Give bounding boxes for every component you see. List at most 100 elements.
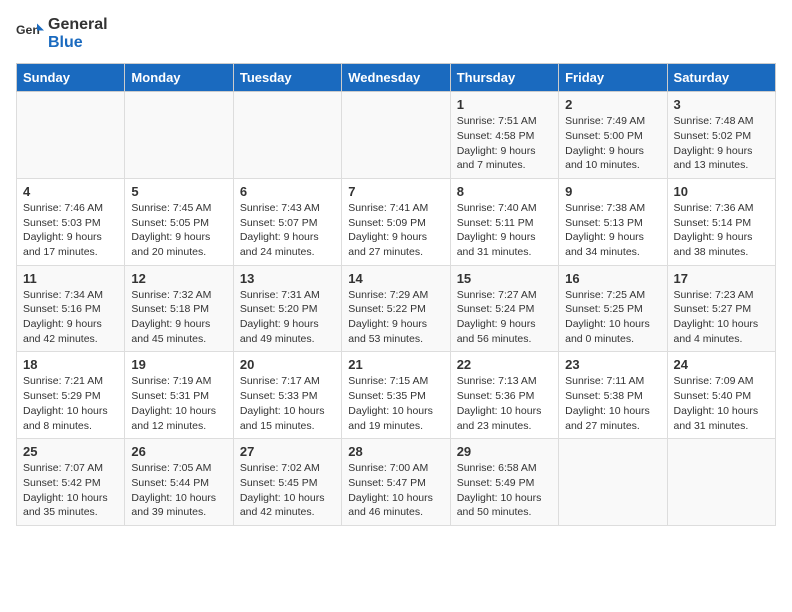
day-info: Sunrise: 7:13 AM Sunset: 5:36 PM Dayligh… xyxy=(457,374,552,433)
calendar-header-row: SundayMondayTuesdayWednesdayThursdayFrid… xyxy=(17,64,776,92)
day-number: 26 xyxy=(131,444,226,459)
calendar-cell: 28 Sunrise: 7:00 AM Sunset: 5:47 PM Dayli… xyxy=(342,439,450,526)
day-number: 7 xyxy=(348,184,443,199)
day-number: 13 xyxy=(240,271,335,286)
calendar-cell: 5 Sunrise: 7:45 AM Sunset: 5:05 PM Daylig… xyxy=(125,178,233,265)
calendar-cell: 4 Sunrise: 7:46 AM Sunset: 5:03 PM Daylig… xyxy=(17,178,125,265)
day-info: Sunrise: 7:40 AM Sunset: 5:11 PM Dayligh… xyxy=(457,201,552,260)
calendar-cell: 16 Sunrise: 7:25 AM Sunset: 5:25 PM Dayli… xyxy=(559,265,667,352)
calendar-cell: 22 Sunrise: 7:13 AM Sunset: 5:36 PM Dayli… xyxy=(450,352,558,439)
calendar-week-row: 11 Sunrise: 7:34 AM Sunset: 5:16 PM Dayli… xyxy=(17,265,776,352)
day-info: Sunrise: 7:07 AM Sunset: 5:42 PM Dayligh… xyxy=(23,461,118,520)
calendar-cell: 18 Sunrise: 7:21 AM Sunset: 5:29 PM Dayli… xyxy=(17,352,125,439)
calendar-cell xyxy=(17,92,125,179)
calendar-cell: 12 Sunrise: 7:32 AM Sunset: 5:18 PM Dayli… xyxy=(125,265,233,352)
calendar-cell: 3 Sunrise: 7:48 AM Sunset: 5:02 PM Daylig… xyxy=(667,92,775,179)
calendar-cell: 15Sunrise: 7:27 AM Sunset: 5:24 PM Dayli… xyxy=(450,265,558,352)
day-info: Sunrise: 7:32 AM Sunset: 5:18 PM Dayligh… xyxy=(131,288,226,347)
logo: Gen General Blue xyxy=(16,16,108,51)
day-number: 14 xyxy=(348,271,443,286)
calendar-week-row: 4 Sunrise: 7:46 AM Sunset: 5:03 PM Daylig… xyxy=(17,178,776,265)
calendar-cell: 17 Sunrise: 7:23 AM Sunset: 5:27 PM Dayli… xyxy=(667,265,775,352)
day-number: 19 xyxy=(131,357,226,372)
calendar-cell: 27 Sunrise: 7:02 AM Sunset: 5:45 PM Dayli… xyxy=(233,439,341,526)
day-number: 23 xyxy=(565,357,660,372)
logo-text: General Blue xyxy=(48,16,108,51)
day-info: Sunrise: 7:36 AM Sunset: 5:14 PM Dayligh… xyxy=(674,201,769,260)
day-number: 9 xyxy=(565,184,660,199)
calendar-cell xyxy=(342,92,450,179)
day-number: 6 xyxy=(240,184,335,199)
day-info: Sunrise: 7:45 AM Sunset: 5:05 PM Dayligh… xyxy=(131,201,226,260)
header-day-monday: Monday xyxy=(125,64,233,92)
calendar-cell: 2Sunrise: 7:49 AM Sunset: 5:00 PM Daylig… xyxy=(559,92,667,179)
day-number: 28 xyxy=(348,444,443,459)
day-number: 3 xyxy=(674,97,769,112)
day-info: Sunrise: 7:25 AM Sunset: 5:25 PM Dayligh… xyxy=(565,288,660,347)
calendar-cell: 14 Sunrise: 7:29 AM Sunset: 5:22 PM Dayli… xyxy=(342,265,450,352)
page-header: Gen General Blue xyxy=(16,16,776,51)
calendar-week-row: 1 Sunrise: 7:51 AM Sunset: 4:58 PM Daylig… xyxy=(17,92,776,179)
header-day-tuesday: Tuesday xyxy=(233,64,341,92)
calendar-cell: 23 Sunrise: 7:11 AM Sunset: 5:38 PM Dayli… xyxy=(559,352,667,439)
day-info: Sunrise: 7:17 AM Sunset: 5:33 PM Dayligh… xyxy=(240,374,335,433)
day-info: Sunrise: 7:21 AM Sunset: 5:29 PM Dayligh… xyxy=(23,374,118,433)
day-number: 12 xyxy=(131,271,226,286)
calendar-cell: 13 Sunrise: 7:31 AM Sunset: 5:20 PM Dayli… xyxy=(233,265,341,352)
calendar-cell: 24 Sunrise: 7:09 AM Sunset: 5:40 PM Dayli… xyxy=(667,352,775,439)
day-number: 21 xyxy=(348,357,443,372)
calendar-cell: 20 Sunrise: 7:17 AM Sunset: 5:33 PM Dayli… xyxy=(233,352,341,439)
day-number: 2 xyxy=(565,97,660,112)
day-info: Sunrise: 7:48 AM Sunset: 5:02 PM Dayligh… xyxy=(674,114,769,173)
calendar-cell xyxy=(125,92,233,179)
day-info: Sunrise: 7:09 AM Sunset: 5:40 PM Dayligh… xyxy=(674,374,769,433)
calendar-cell: 29 Sunrise: 6:58 AM Sunset: 5:49 PM Dayli… xyxy=(450,439,558,526)
day-number: 15 xyxy=(457,271,552,286)
day-number: 29 xyxy=(457,444,552,459)
day-number: 1 xyxy=(457,97,552,112)
calendar-cell: 21 Sunrise: 7:15 AM Sunset: 5:35 PM Dayli… xyxy=(342,352,450,439)
calendar-cell xyxy=(233,92,341,179)
day-number: 18 xyxy=(23,357,118,372)
calendar-cell: 19 Sunrise: 7:19 AM Sunset: 5:31 PM Dayli… xyxy=(125,352,233,439)
day-number: 4 xyxy=(23,184,118,199)
header-day-wednesday: Wednesday xyxy=(342,64,450,92)
day-info: Sunrise: 6:58 AM Sunset: 5:49 PM Dayligh… xyxy=(457,461,552,520)
day-number: 25 xyxy=(23,444,118,459)
header-day-saturday: Saturday xyxy=(667,64,775,92)
day-info: Sunrise: 7:51 AM Sunset: 4:58 PM Dayligh… xyxy=(457,114,552,173)
day-info: Sunrise: 7:41 AM Sunset: 5:09 PM Dayligh… xyxy=(348,201,443,260)
day-number: 22 xyxy=(457,357,552,372)
day-info: Sunrise: 7:31 AM Sunset: 5:20 PM Dayligh… xyxy=(240,288,335,347)
day-number: 20 xyxy=(240,357,335,372)
calendar-cell: 10 Sunrise: 7:36 AM Sunset: 5:14 PM Dayli… xyxy=(667,178,775,265)
day-info: Sunrise: 7:15 AM Sunset: 5:35 PM Dayligh… xyxy=(348,374,443,433)
day-info: Sunrise: 7:19 AM Sunset: 5:31 PM Dayligh… xyxy=(131,374,226,433)
day-info: Sunrise: 7:11 AM Sunset: 5:38 PM Dayligh… xyxy=(565,374,660,433)
calendar-cell: 8 Sunrise: 7:40 AM Sunset: 5:11 PM Daylig… xyxy=(450,178,558,265)
day-number: 8 xyxy=(457,184,552,199)
day-number: 5 xyxy=(131,184,226,199)
day-number: 17 xyxy=(674,271,769,286)
logo-icon: Gen xyxy=(16,20,44,48)
calendar-week-row: 18 Sunrise: 7:21 AM Sunset: 5:29 PM Dayli… xyxy=(17,352,776,439)
day-info: Sunrise: 7:38 AM Sunset: 5:13 PM Dayligh… xyxy=(565,201,660,260)
day-info: Sunrise: 7:34 AM Sunset: 5:16 PM Dayligh… xyxy=(23,288,118,347)
day-info: Sunrise: 7:00 AM Sunset: 5:47 PM Dayligh… xyxy=(348,461,443,520)
calendar-table: SundayMondayTuesdayWednesdayThursdayFrid… xyxy=(16,63,776,526)
calendar-cell: 1 Sunrise: 7:51 AM Sunset: 4:58 PM Daylig… xyxy=(450,92,558,179)
day-number: 16 xyxy=(565,271,660,286)
day-number: 27 xyxy=(240,444,335,459)
calendar-cell: 25 Sunrise: 7:07 AM Sunset: 5:42 PM Dayli… xyxy=(17,439,125,526)
day-number: 24 xyxy=(674,357,769,372)
calendar-week-row: 25 Sunrise: 7:07 AM Sunset: 5:42 PM Dayli… xyxy=(17,439,776,526)
day-number: 10 xyxy=(674,184,769,199)
day-info: Sunrise: 7:29 AM Sunset: 5:22 PM Dayligh… xyxy=(348,288,443,347)
day-info: Sunrise: 7:05 AM Sunset: 5:44 PM Dayligh… xyxy=(131,461,226,520)
header-day-sunday: Sunday xyxy=(17,64,125,92)
day-info: Sunrise: 7:02 AM Sunset: 5:45 PM Dayligh… xyxy=(240,461,335,520)
calendar-cell: 11 Sunrise: 7:34 AM Sunset: 5:16 PM Dayli… xyxy=(17,265,125,352)
day-number: 11 xyxy=(23,271,118,286)
day-info: Sunrise: 7:46 AM Sunset: 5:03 PM Dayligh… xyxy=(23,201,118,260)
day-info: Sunrise: 7:23 AM Sunset: 5:27 PM Dayligh… xyxy=(674,288,769,347)
